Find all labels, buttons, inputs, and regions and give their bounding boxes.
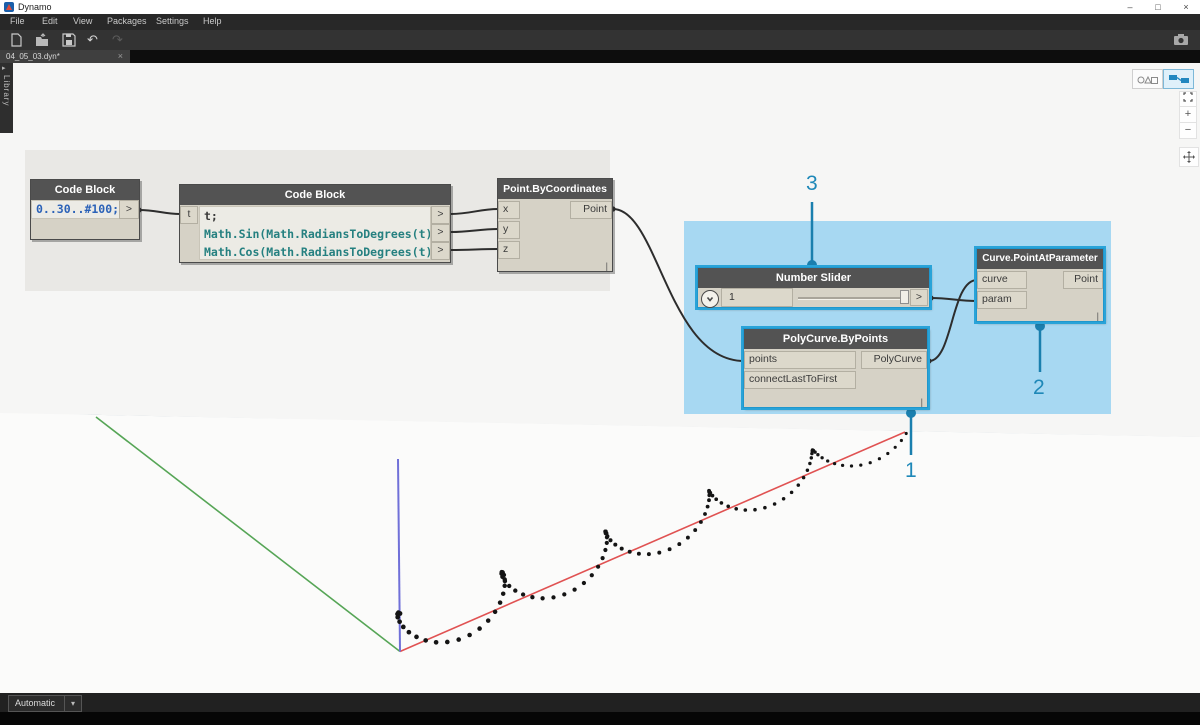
geometry-view-toggle[interactable] bbox=[1132, 69, 1163, 89]
code-line-2[interactable]: Math.Sin(Math.RadiansToDegrees(t)); bbox=[204, 225, 430, 243]
code-text[interactable]: 0..30..#100; bbox=[36, 202, 119, 216]
output-port-point[interactable]: Point bbox=[570, 201, 612, 219]
geometry-shapes-icon bbox=[1137, 73, 1159, 85]
menu-help[interactable]: Help bbox=[203, 16, 222, 26]
undo-icon[interactable]: ↶ bbox=[87, 33, 101, 47]
new-file-icon[interactable] bbox=[9, 33, 23, 47]
dynamo-logo bbox=[4, 2, 14, 12]
input-port-z[interactable]: z bbox=[498, 241, 520, 259]
tab-close-icon[interactable]: × bbox=[118, 50, 123, 63]
output-port-2[interactable]: > bbox=[431, 224, 450, 242]
title-bar: Dynamo – □ × bbox=[0, 0, 1200, 14]
menu-settings[interactable]: Settings bbox=[156, 16, 189, 26]
open-file-icon[interactable] bbox=[35, 33, 49, 47]
node-title[interactable]: Code Block bbox=[180, 185, 450, 205]
slider-track[interactable] bbox=[798, 297, 906, 300]
status-bar: Automatic ▾ bbox=[0, 693, 1200, 712]
output-port[interactable]: > bbox=[910, 289, 928, 306]
zoom-out-button[interactable]: − bbox=[1179, 123, 1197, 139]
output-port-1[interactable]: > bbox=[431, 206, 450, 224]
input-port-connectlasttofirst[interactable]: connectLastToFirst bbox=[744, 371, 856, 389]
run-mode-value: Automatic bbox=[9, 696, 64, 711]
input-port-x[interactable]: x bbox=[498, 201, 520, 219]
node-title[interactable]: Curve.PointAtParameter bbox=[977, 249, 1103, 269]
zoom-in-button[interactable]: + bbox=[1179, 107, 1197, 123]
tab-strip: 04_05_03.dyn* × bbox=[0, 50, 1200, 63]
bottom-edge bbox=[0, 712, 1200, 725]
menu-packages[interactable]: Packages bbox=[107, 16, 147, 26]
node-code-block-1[interactable]: Code Block 0..30..#100; > bbox=[30, 179, 140, 240]
view-toggle-group bbox=[1132, 69, 1194, 89]
menu-view[interactable]: View bbox=[73, 16, 92, 26]
input-port-y[interactable]: y bbox=[498, 221, 520, 239]
node-title[interactable]: Code Block bbox=[31, 180, 139, 200]
graph-view-toggle[interactable] bbox=[1163, 69, 1194, 89]
redo-icon[interactable]: ↷ bbox=[112, 33, 126, 47]
tab-file[interactable]: 04_05_03.dyn* × bbox=[0, 50, 130, 63]
input-port-points[interactable]: points bbox=[744, 351, 856, 369]
pan-button[interactable] bbox=[1179, 147, 1199, 167]
node-expand-handle[interactable]: | bbox=[606, 261, 608, 271]
output-port[interactable]: > bbox=[119, 200, 139, 219]
minimize-button[interactable]: – bbox=[1116, 0, 1144, 14]
chevron-down-icon: ▾ bbox=[64, 696, 81, 711]
library-panel-collapsed[interactable]: ▸ Library bbox=[0, 63, 13, 133]
node-number-slider[interactable]: Number Slider 1 > bbox=[697, 267, 930, 308]
fit-view-button[interactable] bbox=[1179, 91, 1197, 107]
maximize-button[interactable]: □ bbox=[1144, 0, 1172, 14]
code-line-3[interactable]: Math.Cos(Math.RadiansToDegrees(t)); bbox=[204, 243, 430, 260]
slider-value[interactable]: 1 bbox=[721, 288, 793, 307]
dynamo-window: { "window": {"title": "Dynamo", "minimiz… bbox=[0, 0, 1200, 725]
node-expand-handle[interactable]: | bbox=[1097, 311, 1099, 321]
graph-canvas[interactable] bbox=[0, 0, 1200, 725]
save-icon[interactable] bbox=[62, 33, 76, 47]
annotation-2[interactable]: 2 bbox=[1033, 376, 1045, 400]
run-mode-dropdown[interactable]: Automatic ▾ bbox=[8, 695, 82, 712]
menu-file[interactable]: File bbox=[10, 16, 25, 26]
annotation-3[interactable]: 3 bbox=[806, 172, 818, 196]
window-title: Dynamo bbox=[18, 2, 52, 12]
output-port-polycurve[interactable]: PolyCurve bbox=[861, 351, 927, 369]
node-title[interactable]: PolyCurve.ByPoints bbox=[744, 329, 927, 349]
output-port-3[interactable]: > bbox=[431, 242, 450, 260]
menu-bar: File Edit View Packages Settings Help bbox=[0, 14, 1200, 30]
pan-icon bbox=[1183, 151, 1195, 163]
toolbar: ↶ ↷ bbox=[0, 30, 1200, 50]
close-button[interactable]: × bbox=[1172, 0, 1200, 14]
library-expand-icon[interactable]: ▸ bbox=[2, 64, 6, 72]
code-line-1[interactable]: t; bbox=[204, 207, 430, 225]
input-port-curve[interactable]: curve bbox=[977, 271, 1027, 289]
output-port-point[interactable]: Point bbox=[1063, 271, 1103, 289]
library-label: Library bbox=[2, 75, 11, 106]
fit-view-icon bbox=[1183, 92, 1193, 102]
input-port-param[interactable]: param bbox=[977, 291, 1027, 309]
node-curve-point-at-parameter[interactable]: Curve.PointAtParameter curve param Point… bbox=[976, 248, 1104, 322]
node-polycurve-by-points[interactable]: PolyCurve.ByPoints points connectLastToF… bbox=[743, 328, 928, 408]
node-code-block-2[interactable]: Code Block t t; Math.Sin(Math.RadiansToD… bbox=[179, 184, 451, 263]
tab-label: 04_05_03.dyn* bbox=[6, 52, 60, 61]
chevron-down-icon bbox=[705, 294, 715, 304]
menu-edit[interactable]: Edit bbox=[42, 16, 58, 26]
slider-handle[interactable] bbox=[900, 290, 909, 304]
node-graph-icon bbox=[1168, 73, 1190, 85]
node-point-by-coordinates[interactable]: Point.ByCoordinates x y z Point | bbox=[497, 178, 613, 272]
zoom-controls: + − bbox=[1179, 91, 1197, 139]
node-title[interactable]: Number Slider bbox=[698, 268, 929, 288]
node-expand-handle[interactable]: | bbox=[921, 397, 923, 407]
input-port-t[interactable]: t bbox=[180, 206, 198, 224]
slider-collapse-button[interactable] bbox=[701, 290, 719, 308]
annotation-1[interactable]: 1 bbox=[905, 459, 917, 483]
export-screenshot-camera-icon[interactable] bbox=[1174, 33, 1188, 47]
node-title[interactable]: Point.ByCoordinates bbox=[498, 179, 612, 199]
